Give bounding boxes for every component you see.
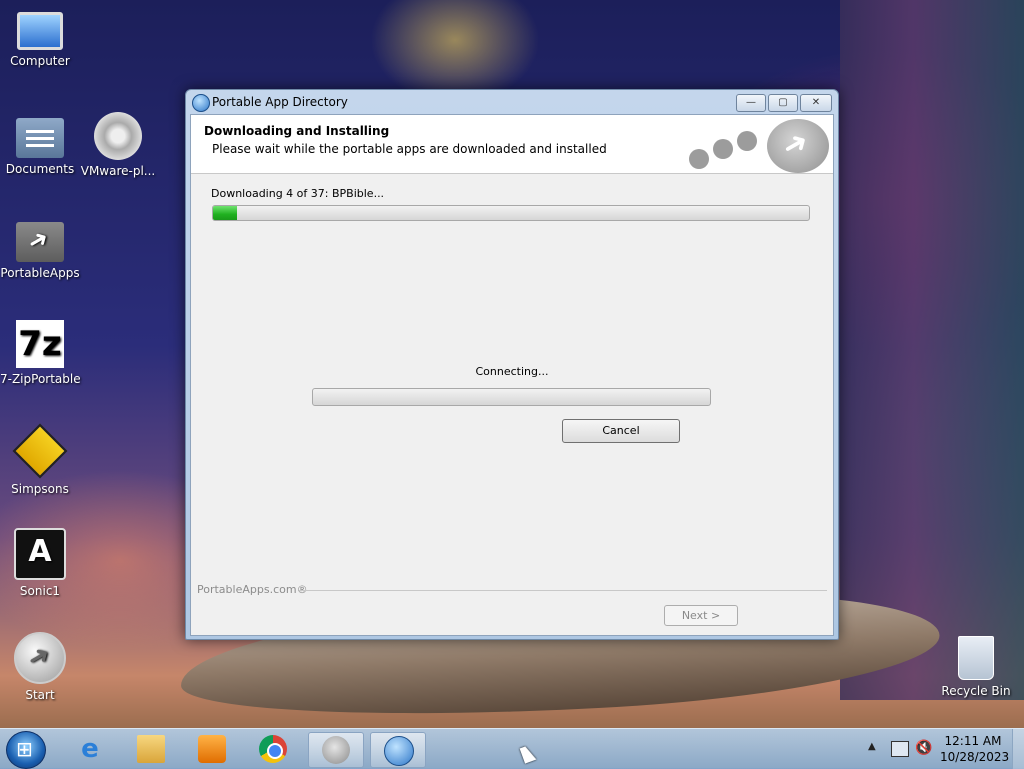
cloud-icon xyxy=(737,131,757,151)
taskbar: e ▲ 🔇 12:11 AM 10/28/2023 xyxy=(0,728,1024,769)
vmware-installer-icon xyxy=(94,112,142,160)
desktop-icon-label: Recycle Bin xyxy=(941,684,1011,698)
network-icon[interactable] xyxy=(891,741,909,757)
taskbar-media-player[interactable] xyxy=(185,732,239,766)
desktop-icon-label: VMware-pl... xyxy=(80,164,156,178)
app-globe-icon xyxy=(192,94,210,112)
media-player-icon xyxy=(198,735,226,763)
taskbar-file-explorer[interactable] xyxy=(124,732,178,766)
portableapps-icon xyxy=(16,222,64,262)
sonic-icon: A xyxy=(14,528,66,580)
wallpaper-tree-trunk xyxy=(840,0,1024,700)
portable-app-directory-icon xyxy=(384,736,414,766)
portableapps-brand-text: PortableApps.com® xyxy=(197,583,308,596)
portableapps-logo-icon xyxy=(767,119,829,173)
window-title: Portable App Directory xyxy=(212,95,348,109)
close-button[interactable]: ✕ xyxy=(800,94,832,112)
download-progress-fill xyxy=(213,206,237,220)
file-explorer-icon xyxy=(137,735,165,763)
taskbar-chrome[interactable] xyxy=(246,732,300,766)
cancel-button[interactable]: Cancel xyxy=(562,419,680,443)
desktop-icon-label: Simpsons xyxy=(11,482,69,496)
desktop-icon-label: 7-ZipPortable xyxy=(0,372,81,386)
taskbar-portable-app-directory[interactable] xyxy=(370,732,426,768)
pencil-icon xyxy=(689,149,709,169)
7zip-icon: 7z xyxy=(16,320,64,368)
desktop-icon-label: Sonic1 xyxy=(19,584,61,598)
desktop-icon-label: PortableApps xyxy=(0,266,80,280)
desktop-icon-vmware[interactable]: VMware-pl... xyxy=(78,112,158,178)
taskbar-portableapps[interactable] xyxy=(308,732,364,768)
desktop-icon-portableapps[interactable]: PortableApps xyxy=(0,216,80,280)
desktop-icon-start[interactable]: Start xyxy=(0,632,80,702)
download-progress-bar xyxy=(212,205,810,221)
maximize-button[interactable]: ▢ xyxy=(768,94,798,112)
clock-date: 10/28/2023 xyxy=(940,750,1010,764)
internet-explorer-icon: e xyxy=(81,734,99,764)
laptop-icon xyxy=(713,139,733,159)
taskbar-internet-explorer[interactable]: e xyxy=(63,732,117,766)
show-desktop-button[interactable] xyxy=(1012,729,1024,769)
start-button[interactable] xyxy=(6,731,46,769)
desktop-icon-recycle-bin[interactable]: Recycle Bin xyxy=(936,632,1016,698)
portable-app-directory-window: Portable App Directory — ▢ ✕ Downloading… xyxy=(185,89,839,640)
next-button[interactable]: Next > xyxy=(664,605,738,626)
wizard-header-subtitle: Please wait while the portable apps are … xyxy=(212,142,607,156)
wizard-header: Downloading and Installing Please wait w… xyxy=(191,115,833,174)
footer-divider xyxy=(299,590,827,591)
connection-progress-bar xyxy=(312,388,711,406)
simpsons-icon xyxy=(12,423,68,479)
desktop-icon-label: Computer xyxy=(10,54,70,68)
desktop-icon-sonic[interactable]: A Sonic1 xyxy=(0,528,80,598)
wizard-header-title: Downloading and Installing xyxy=(204,124,390,138)
desktop-icon-simpsons[interactable]: Simpsons xyxy=(0,423,80,496)
download-status-text: Downloading 4 of 37: BPBible... xyxy=(211,187,385,200)
minimize-button[interactable]: — xyxy=(736,94,766,112)
desktop-icon-label: Documents xyxy=(5,162,75,176)
desktop-icon-7zip[interactable]: 7z 7-ZipPortable xyxy=(0,320,81,386)
window-titlebar[interactable]: Portable App Directory — ▢ ✕ xyxy=(186,90,838,114)
documents-icon xyxy=(16,118,64,158)
computer-icon xyxy=(17,12,63,50)
window-client-area: Downloading and Installing Please wait w… xyxy=(190,114,834,636)
volume-muted-icon[interactable]: 🔇 xyxy=(915,741,932,755)
chrome-icon xyxy=(259,735,287,763)
portableapps-start-icon xyxy=(14,632,66,684)
desktop-icon-documents[interactable]: Documents xyxy=(0,112,80,176)
desktop-icon-computer[interactable]: Computer xyxy=(0,8,80,68)
system-clock[interactable]: 12:11 AM 10/28/2023 xyxy=(940,733,1010,765)
show-hidden-icons-button[interactable]: ▲ xyxy=(868,741,876,752)
recycle-bin-icon xyxy=(958,636,994,680)
desktop-icon-label: Start xyxy=(25,688,55,702)
clock-time: 12:11 AM xyxy=(944,734,1002,748)
connection-status-text: Connecting... xyxy=(475,365,549,378)
portableapps-icon xyxy=(322,736,350,764)
